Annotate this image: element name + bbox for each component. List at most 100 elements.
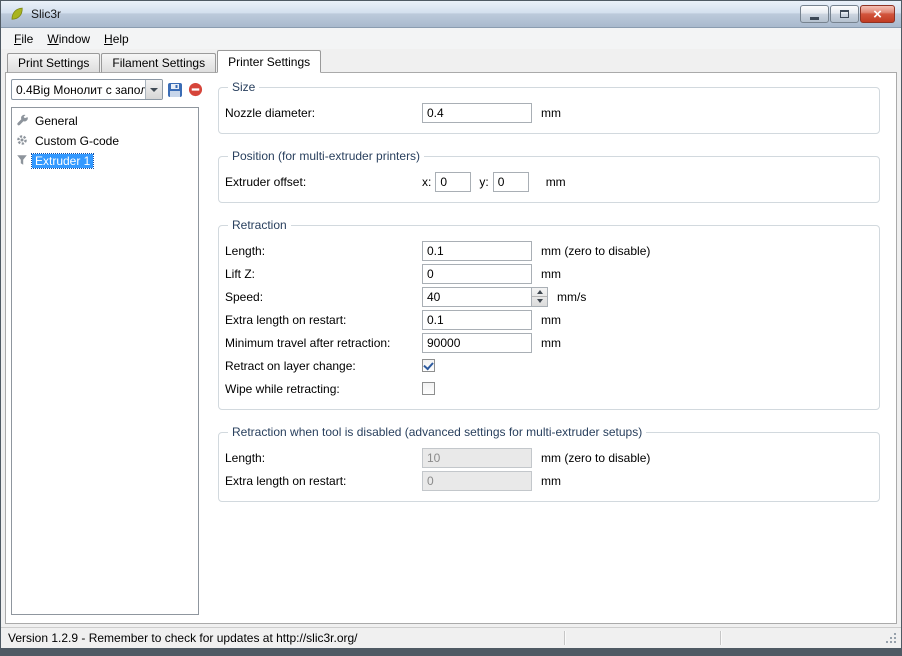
save-preset-button[interactable]: [165, 80, 184, 99]
field-row-nozzle-diameter: Nozzle diameter: mm: [225, 101, 871, 124]
field-unit: mm: [541, 336, 561, 350]
field-label: Extra length on restart:: [225, 313, 422, 327]
settings-panel: Size Nozzle diameter: mm Position (for m…: [205, 73, 896, 623]
group-title-size: Size: [228, 80, 259, 94]
group-title-position: Position (for multi-extruder printers): [228, 149, 424, 163]
extruder-offset-x-input[interactable]: [435, 172, 471, 192]
field-unit: mm: [541, 313, 561, 327]
combobox-dropdown-button[interactable]: [145, 80, 162, 99]
retract-layer-change-checkbox[interactable]: [422, 359, 435, 372]
chevron-down-icon: [537, 299, 543, 303]
tree-item-general[interactable]: General: [12, 111, 198, 131]
maximize-button[interactable]: [830, 5, 859, 23]
tree-item-custom-gcode[interactable]: Custom G-code: [12, 131, 198, 151]
field-label: Wipe while retracting:: [225, 382, 422, 396]
field-label: Lift Z:: [225, 267, 422, 281]
tab-filament-settings[interactable]: Filament Settings: [101, 53, 216, 73]
field-label: Retract on layer change:: [225, 359, 422, 373]
retract-restart-extra-input[interactable]: [422, 310, 532, 330]
titlebar[interactable]: Slic3r: [1, 1, 901, 28]
field-row-minimum-travel: Minimum travel after retraction: mm: [225, 331, 871, 354]
menu-help[interactable]: Help: [97, 30, 136, 48]
toolchange-restart-extra-input: [422, 471, 532, 491]
extruder-offset-y-input[interactable]: [493, 172, 529, 192]
field-unit: mm: [541, 267, 561, 281]
tab-print-settings[interactable]: Print Settings: [7, 53, 100, 73]
retract-before-travel-input[interactable]: [422, 333, 532, 353]
minimize-button[interactable]: [800, 5, 829, 23]
wrench-icon: [15, 113, 29, 130]
tree-item-label: Custom G-code: [32, 134, 122, 148]
group-size: Size Nozzle diameter: mm: [218, 80, 880, 134]
tab-printer-settings[interactable]: Printer Settings: [217, 50, 321, 73]
close-button[interactable]: [860, 5, 895, 23]
menubar: File Window Help: [1, 28, 901, 49]
preset-combobox[interactable]: 0.4Big Монолит с запол: [11, 79, 163, 100]
x-label: x:: [422, 175, 431, 189]
status-separator: [720, 631, 721, 645]
preset-toolbar: 0.4Big Монолит с запол: [11, 79, 205, 100]
maximize-icon: [840, 10, 849, 18]
chevron-up-icon: [537, 290, 543, 294]
nozzle-diameter-input[interactable]: [422, 103, 532, 123]
close-icon: [873, 7, 882, 22]
field-row-speed: Speed: mm/s: [225, 285, 871, 308]
group-retraction-tool-disabled: Retraction when tool is disabled (advanc…: [218, 425, 880, 502]
group-position: Position (for multi-extruder printers) E…: [218, 149, 880, 203]
chevron-down-icon: [150, 88, 158, 92]
group-retraction: Retraction Length: mm (zero to disable) …: [218, 218, 880, 410]
tree-item-extruder-1[interactable]: Extruder 1: [12, 151, 198, 171]
status-separator: [564, 631, 565, 645]
spin-down-button[interactable]: [532, 297, 547, 306]
delete-preset-button[interactable]: [186, 80, 205, 99]
field-row-disabled-length: Length: mm (zero to disable): [225, 446, 871, 469]
settings-tree: General Custom G-code: [11, 107, 199, 615]
field-label: Extra length on restart:: [225, 474, 422, 488]
field-row-length: Length: mm (zero to disable): [225, 239, 871, 262]
window-controls: [800, 1, 895, 23]
group-title-retraction: Retraction: [228, 218, 291, 232]
window-title: Slic3r: [31, 7, 61, 21]
retract-length-input[interactable]: [422, 241, 532, 261]
field-unit: mm: [541, 474, 561, 488]
field-row-retract-layer-change: Retract on layer change:: [225, 354, 871, 377]
y-label: y:: [479, 175, 488, 189]
tab-strip: Print Settings Filament Settings Printer…: [1, 49, 901, 73]
tree-item-label: Extruder 1: [32, 154, 93, 168]
preset-value: 0.4Big Монолит с запол: [12, 83, 145, 97]
wipe-while-retracting-checkbox[interactable]: [422, 382, 435, 395]
speed-spinner[interactable]: [531, 287, 548, 307]
field-row-extra-length: Extra length on restart: mm: [225, 308, 871, 331]
group-title-retraction-tool-disabled: Retraction when tool is disabled (advanc…: [228, 425, 646, 439]
field-label: Minimum travel after retraction:: [225, 336, 422, 350]
resize-grip[interactable]: [886, 633, 898, 645]
field-row-disabled-extra-length: Extra length on restart: mm: [225, 469, 871, 492]
tree-item-label: General: [32, 114, 81, 128]
field-label: Nozzle diameter:: [225, 106, 422, 120]
field-unit: mm: [546, 175, 566, 189]
retract-lift-z-input[interactable]: [422, 264, 532, 284]
gear-icon: [15, 133, 29, 150]
field-unit: mm (zero to disable): [541, 244, 650, 258]
field-unit: mm (zero to disable): [541, 451, 650, 465]
retract-speed-input[interactable]: [422, 287, 532, 307]
slic3r-leaf-icon: [9, 6, 25, 22]
toolchange-retract-length-input: [422, 448, 532, 468]
field-label: Length:: [225, 244, 422, 258]
menu-file[interactable]: File: [7, 30, 40, 48]
slic3r-window: Slic3r File Window Help Print Settings F…: [0, 0, 902, 656]
field-row-lift-z: Lift Z: mm: [225, 262, 871, 285]
field-label: Extruder offset:: [225, 175, 422, 189]
field-label: Speed:: [225, 290, 422, 304]
status-text: Version 1.2.9 - Remember to check for up…: [8, 631, 358, 645]
minimize-icon: [810, 17, 819, 20]
delete-circle-icon: [188, 82, 203, 97]
sidebar: 0.4Big Монолит с запол: [6, 73, 205, 623]
status-bar: Version 1.2.9 - Remember to check for up…: [1, 627, 901, 648]
spin-up-button[interactable]: [532, 288, 547, 298]
menu-window[interactable]: Window: [40, 30, 97, 48]
field-label: Length:: [225, 451, 422, 465]
floppy-disk-icon: [167, 82, 183, 98]
field-unit: mm: [541, 106, 561, 120]
field-row-wipe: Wipe while retracting:: [225, 377, 871, 400]
